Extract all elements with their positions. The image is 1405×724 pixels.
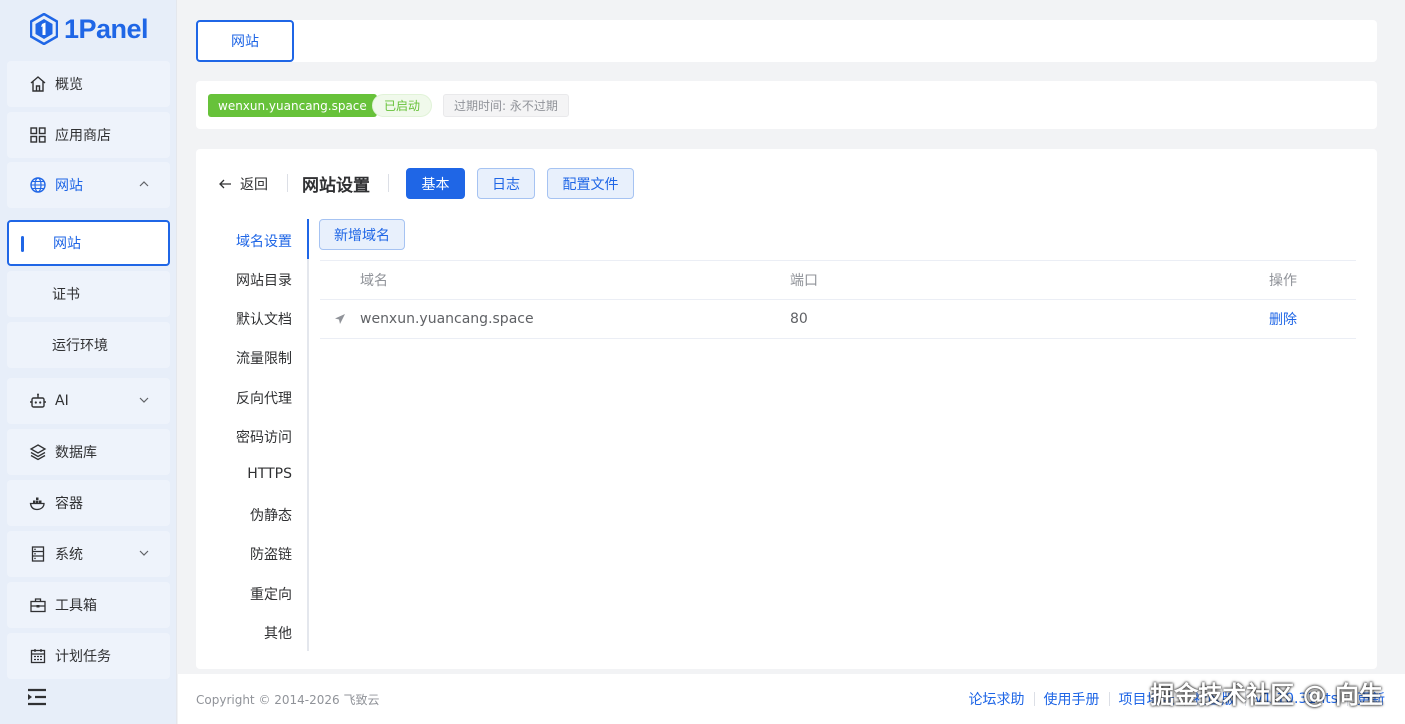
sidebar-item-label: 应用商店	[55, 128, 111, 144]
port-cell: 80	[790, 311, 808, 327]
collapse-menu-icon[interactable]	[27, 688, 47, 706]
subnav-https[interactable]: HTTPS	[247, 466, 292, 482]
site-info-bar: wenxun.yuancang.space 已启动 过期时间: 永不过期	[196, 81, 1377, 129]
subnav-site-dir[interactable]: 网站目录	[236, 270, 292, 290]
home-icon	[29, 75, 47, 93]
subnav-rewrite[interactable]: 伪静态	[250, 505, 292, 525]
basic-button[interactable]: 基本	[406, 168, 465, 199]
subnav-password-access[interactable]: 密码访问	[236, 427, 292, 447]
tab-bar: 网站	[196, 20, 1377, 62]
sidebar-subitem-label: 运行环境	[52, 338, 108, 354]
table-row: wenxun.yuancang.space 80 删除	[320, 300, 1356, 339]
sidebar-item-database[interactable]: 数据库	[7, 429, 170, 475]
sidebar-item-cron[interactable]: 计划任务	[7, 633, 170, 679]
back-label: 返回	[240, 177, 268, 193]
forum-link[interactable]: 论坛求助	[969, 689, 1025, 709]
grid-icon	[29, 126, 47, 144]
sidebar-item-label: AI	[55, 393, 69, 409]
logo-hexagon-icon	[30, 13, 58, 45]
domain-cell: wenxun.yuancang.space	[360, 311, 534, 327]
sidebar-item-label: 数据库	[55, 445, 97, 461]
subnav-domain[interactable]: 域名设置	[236, 231, 292, 251]
app-name: 1Panel	[64, 13, 149, 44]
add-domain-button[interactable]: 新增域名	[319, 219, 405, 250]
toolbox-icon	[29, 596, 47, 614]
settings-subnav: 域名设置 网站目录 默认文档 流量限制 反向代理 密码访问 HTTPS 伪静态 …	[196, 219, 310, 651]
delete-link[interactable]: 删除	[1269, 300, 1297, 338]
sidebar-item-website[interactable]: 网站	[7, 162, 170, 208]
sidebar-subitem-label: 证书	[52, 287, 80, 303]
sidebar-subitem-runtime[interactable]: 运行环境	[7, 322, 170, 368]
chevron-up-icon	[139, 181, 149, 187]
sidebar-subitem-label: 网站	[53, 236, 81, 252]
divider	[1033, 692, 1035, 706]
column-header-port[interactable]: 端口	[790, 261, 818, 299]
subnav-divider	[307, 219, 309, 651]
sidebar-subitem-website[interactable]: 网站	[7, 220, 170, 266]
subnav-other[interactable]: 其他	[264, 623, 292, 643]
arrow-left-icon	[219, 179, 231, 189]
sidebar: 1Panel 概览 应用商店 网站 网站 证书 运行环境 AI 数据库 容器 系…	[0, 0, 177, 724]
status-badge: 已启动	[372, 94, 433, 117]
chevron-down-icon	[139, 550, 149, 556]
column-header-action: 操作	[1269, 273, 1297, 289]
expire-badge: 过期时间: 永不过期	[443, 94, 569, 117]
config-file-button[interactable]: 配置文件	[547, 168, 634, 199]
copyright: Copyright © 2014-2026 飞致云	[196, 693, 380, 707]
website-settings-panel: 返回 网站设置 基本 日志 配置文件 域名设置 网站目录 默认文档 流量限制 反…	[196, 149, 1377, 669]
page-title: 网站设置	[302, 176, 370, 196]
active-indicator	[21, 236, 24, 252]
sidebar-item-system[interactable]: 系统	[7, 531, 170, 577]
globe-icon	[29, 176, 47, 194]
tab-website[interactable]: 网站	[196, 20, 294, 62]
table-header: 域名 端口 操作	[320, 260, 1356, 300]
app-logo[interactable]: 1Panel	[30, 12, 149, 46]
sidebar-subitem-certificate[interactable]: 证书	[7, 271, 170, 317]
robot-icon	[29, 392, 47, 410]
subnav-redirect[interactable]: 重定向	[250, 584, 292, 604]
watermark: 掘金技术社区 @ 向生	[1150, 681, 1383, 709]
sidebar-item-container[interactable]: 容器	[7, 480, 170, 526]
domain-table: 域名 端口 操作 wenxun.yuancang.space 80 删除	[320, 260, 1356, 339]
divider	[1108, 692, 1110, 706]
subnav-active-indicator	[307, 219, 309, 259]
divider	[287, 174, 288, 192]
sidebar-item-label: 系统	[55, 547, 83, 563]
server-icon	[29, 545, 47, 563]
subnav-reverse-proxy[interactable]: 反向代理	[236, 388, 292, 408]
back-button[interactable]: 返回	[218, 174, 268, 194]
container-icon	[29, 494, 47, 512]
subnav-hotlink[interactable]: 防盗链	[250, 544, 292, 564]
layers-icon	[29, 443, 47, 461]
send-icon	[334, 300, 346, 338]
sidebar-item-label: 概览	[55, 77, 83, 93]
subnav-rate-limit[interactable]: 流量限制	[236, 348, 292, 368]
subnav-default-doc[interactable]: 默认文档	[236, 309, 292, 329]
chevron-down-icon	[139, 397, 149, 403]
divider	[388, 174, 389, 192]
sidebar-item-overview[interactable]: 概览	[7, 61, 170, 107]
sidebar-item-toolbox[interactable]: 工具箱	[7, 582, 170, 628]
column-header-domain[interactable]: 域名	[360, 261, 388, 299]
sidebar-item-label: 容器	[55, 496, 83, 512]
log-button[interactable]: 日志	[477, 168, 535, 199]
sidebar-item-label: 计划任务	[55, 649, 111, 665]
sidebar-item-label: 网站	[55, 178, 83, 194]
manual-link[interactable]: 使用手册	[1044, 689, 1100, 709]
sidebar-item-label: 工具箱	[55, 598, 97, 614]
calendar-icon	[29, 647, 47, 665]
sidebar-item-ai[interactable]: AI	[7, 378, 170, 424]
domain-tag: wenxun.yuancang.space	[208, 94, 377, 117]
sidebar-item-app-store[interactable]: 应用商店	[7, 112, 170, 158]
